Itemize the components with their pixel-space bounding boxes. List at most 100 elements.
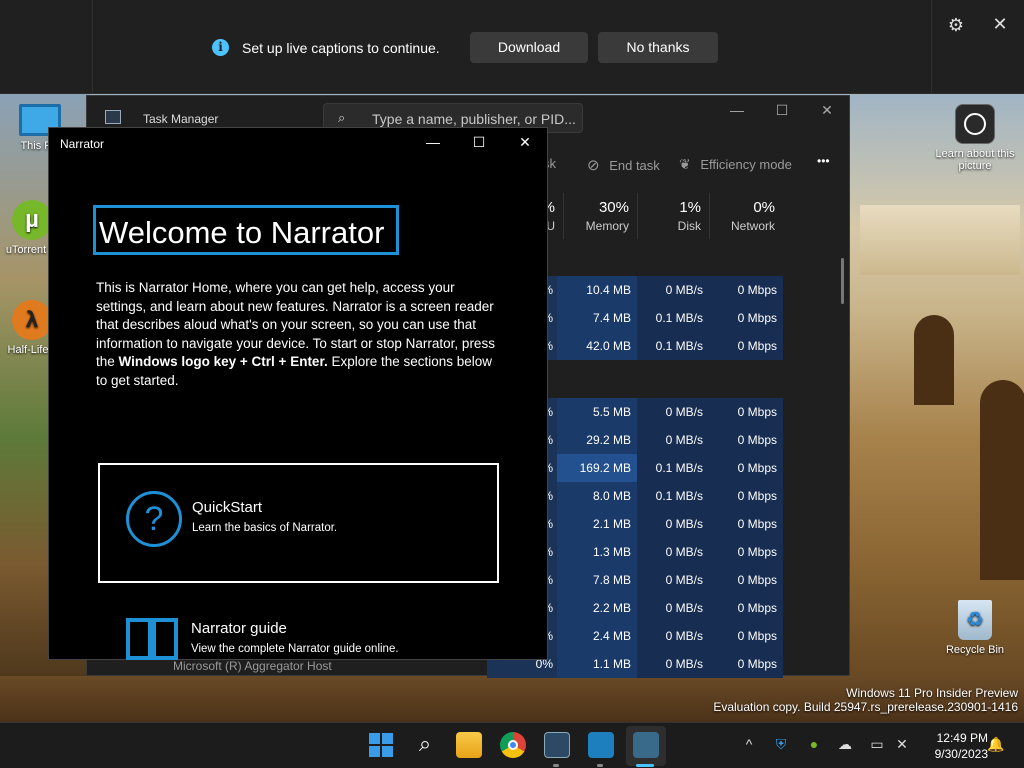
narrator-icon[interactable] (633, 732, 659, 758)
disk-cell-bg: 0.1 MB/s (637, 332, 709, 360)
network-cell-bg: 0 Mbps (709, 622, 783, 650)
info-icon: i (212, 39, 229, 56)
utorrent-tray-icon[interactable]: ● (805, 736, 823, 752)
memory-cell-bg: 1.1 MB (557, 650, 637, 678)
desktop-icon-recycle-bin[interactable]: ♻ Recycle Bin (935, 600, 1015, 656)
search-placeholder: Type a name, publisher, or PID... (372, 111, 576, 127)
desktop-icon-learn-about-picture[interactable]: Learn about this picture (935, 104, 1015, 172)
clock-time: 12:49 PM (936, 731, 988, 745)
gear-icon[interactable]: ⚙ (946, 15, 966, 35)
column-header-network[interactable]: 0% Network (709, 193, 783, 239)
wallpaper-town (860, 205, 1020, 275)
efficiency-mode-button[interactable]: ❦ Efficiency mode (679, 156, 792, 173)
network-cell: 0 Mbps (737, 517, 777, 531)
network-cell-bg: 0 Mbps (709, 538, 783, 566)
watermark-line1: Windows 11 Pro Insider Preview (846, 686, 1018, 700)
terminal-icon[interactable] (588, 732, 614, 758)
network-cell: 0 Mbps (737, 629, 777, 643)
disk-cell-bg: 0 MB/s (637, 398, 709, 426)
memory-cell: 8.0 MB (592, 489, 631, 503)
network-cell-bg: 0 Mbps (709, 276, 783, 304)
maximize-button[interactable]: ☐ (772, 102, 792, 119)
scrollbar-thumb[interactable] (841, 258, 844, 304)
desktop-icon-label: Recycle Bin (945, 644, 1005, 656)
disk-cell: 0 MB/s (665, 629, 703, 643)
utorrent-icon: µ (12, 200, 52, 240)
system-clock[interactable]: 12:49 PM 9/30/2023 (918, 730, 988, 762)
narrator-heading: Welcome to Narrator (99, 215, 385, 250)
end-task-button[interactable]: ⊘ End task (587, 156, 660, 174)
disk-cell: 0 MB/s (665, 405, 703, 419)
live-captions-bar: i Set up live captions to continue. Down… (0, 0, 1024, 94)
memory-cell: 10.4 MB (586, 283, 631, 297)
memory-cell-bg: 2.1 MB (557, 510, 637, 538)
efficiency-mode-label: Efficiency mode (700, 157, 792, 172)
more-options-button[interactable]: ••• (817, 154, 830, 168)
leaf-icon: ❦ (679, 156, 691, 172)
security-shield-icon[interactable]: ⛨ (772, 736, 790, 753)
disk-cell: 0 MB/s (665, 433, 703, 447)
chrome-icon[interactable] (500, 732, 526, 758)
half-life-icon: λ (12, 300, 52, 340)
network-cell: 0 Mbps (737, 311, 777, 325)
memory-cell: 29.2 MB (586, 433, 631, 447)
quickstart-subtitle: Learn the basics of Narrator. (192, 522, 338, 534)
process-name: Microsoft (R) Aggregator Host (173, 659, 332, 673)
volume-muted-icon[interactable]: ✕ (893, 736, 911, 753)
book-icon (126, 618, 178, 660)
running-indicator (553, 764, 559, 767)
no-thanks-button[interactable]: No thanks (598, 32, 718, 63)
file-explorer-icon[interactable] (456, 732, 482, 758)
memory-cell-bg: 2.2 MB (557, 594, 637, 622)
desktop-icon-label: uTorrent (5, 244, 47, 256)
network-icon[interactable]: ▭ (868, 736, 886, 753)
chevron-up-icon[interactable]: ^ (740, 736, 758, 752)
minimize-button[interactable]: — (727, 102, 747, 118)
column-header-disk[interactable]: 1% Disk (637, 193, 709, 239)
narrator-guide-title[interactable]: Narrator guide (191, 620, 287, 637)
memory-cell: 2.1 MB (592, 517, 631, 531)
download-button[interactable]: Download (470, 32, 588, 63)
memory-cell-bg: 8.0 MB (557, 482, 637, 510)
network-cell-bg: 0 Mbps (709, 650, 783, 678)
disk-cell-bg: 0 MB/s (637, 510, 709, 538)
network-cell: 0 Mbps (737, 601, 777, 615)
task-manager-title: Task Manager (143, 112, 219, 126)
memory-cell-bg: 10.4 MB (557, 276, 637, 304)
recycle-bin-icon: ♻ (958, 600, 992, 640)
narrator-window: Narrator — ☐ ✕ Welcome to Narrator This … (48, 127, 548, 660)
search-icon[interactable]: ⌕ (412, 732, 438, 758)
memory-cell: 169.2 MB (579, 461, 631, 475)
memory-cell-bg: 7.8 MB (557, 566, 637, 594)
disk-cell: 0 MB/s (665, 601, 703, 615)
memory-cell: 7.4 MB (592, 311, 631, 325)
column-header-memory[interactable]: 30% Memory (563, 193, 637, 239)
disk-cell-bg: 0.1 MB/s (637, 482, 709, 510)
network-cell-bg: 0 Mbps (709, 426, 783, 454)
task-manager-icon[interactable] (544, 732, 570, 758)
disk-cell: 0 MB/s (665, 517, 703, 531)
onedrive-icon[interactable]: ☁ (836, 736, 854, 753)
network-cell-bg: 0 Mbps (709, 566, 783, 594)
network-cell-bg: 0 Mbps (709, 398, 783, 426)
disk-cell-bg: 0 MB/s (637, 594, 709, 622)
close-button[interactable]: ✕ (817, 102, 837, 119)
disk-cell-bg: 0.1 MB/s (637, 454, 709, 482)
disk-cell: 0.1 MB/s (655, 489, 703, 503)
disk-cell: 0 MB/s (665, 573, 703, 587)
disk-cell: 0 MB/s (665, 283, 703, 297)
close-button[interactable]: ✕ (515, 134, 535, 151)
narrator-guide-subtitle: View the complete Narrator guide online. (191, 643, 399, 655)
network-cell-bg: 0 Mbps (709, 594, 783, 622)
minimize-button[interactable]: — (423, 134, 443, 150)
close-icon[interactable]: ✕ (990, 14, 1010, 34)
narrator-title: Narrator (60, 137, 105, 151)
maximize-button[interactable]: ☐ (469, 134, 489, 151)
end-task-label: End task (609, 158, 660, 173)
disk-cell: 0.1 MB/s (655, 339, 703, 353)
quickstart-link[interactable]: ? QuickStart Learn the basics of Narrato… (98, 463, 499, 583)
windows-start-icon[interactable] (368, 732, 394, 758)
network-cell-bg: 0 Mbps (709, 332, 783, 360)
narrator-intro-text: This is Narrator Home, where you can get… (96, 279, 506, 391)
notification-bell-icon[interactable]: 🔔 (987, 736, 1005, 753)
